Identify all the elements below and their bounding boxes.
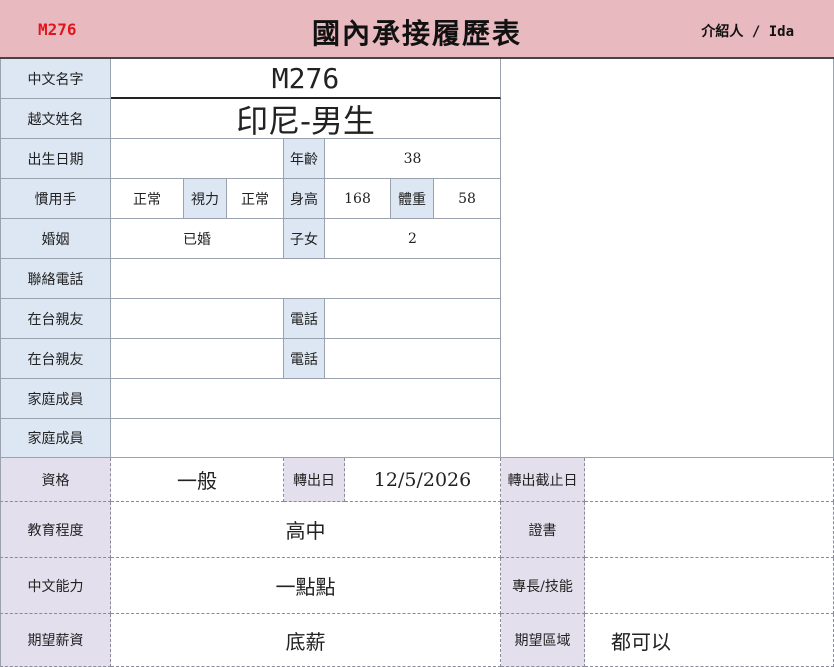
skills-label: 專長/技能 xyxy=(501,558,585,614)
birth-value xyxy=(111,139,284,179)
weight-value: 58 xyxy=(434,179,501,219)
family1-label: 家庭成員 xyxy=(0,379,111,419)
relative1-phone-label: 電話 xyxy=(284,299,325,339)
transfer-deadline-value xyxy=(585,458,834,502)
age-value: 38 xyxy=(325,139,501,179)
height-value: 168 xyxy=(325,179,391,219)
relative1-phone-value xyxy=(325,299,501,339)
height-label: 身高 xyxy=(284,179,325,219)
certificate-label: 證書 xyxy=(501,502,585,558)
relative1-value xyxy=(111,299,284,339)
region-value: 都可以 xyxy=(585,614,834,667)
marriage-label: 婚姻 xyxy=(0,219,111,259)
vision-value: 正常 xyxy=(227,179,284,219)
region-label: 期望區域 xyxy=(501,614,585,667)
relative2-phone-label: 電話 xyxy=(284,339,325,379)
photo-area xyxy=(501,59,834,458)
relative1-label: 在台親友 xyxy=(0,299,111,339)
chinese-ability-label: 中文能力 xyxy=(0,558,111,614)
chinese-ability-value: 一點點 xyxy=(111,558,501,614)
vision-label: 視力 xyxy=(184,179,227,219)
phone-label: 聯絡電話 xyxy=(0,259,111,299)
relative2-value xyxy=(111,339,284,379)
chinese-name-label: 中文名字 xyxy=(0,59,111,99)
transfer-date-label: 轉出日 xyxy=(284,458,345,502)
vietnamese-name-label: 越文姓名 xyxy=(0,99,111,139)
transfer-deadline-label: 轉出截止日 xyxy=(501,458,585,502)
children-value: 2 xyxy=(325,219,501,259)
birth-label: 出生日期 xyxy=(0,139,111,179)
skills-value xyxy=(585,558,834,614)
header-bar: M276 國內承接履歷表 介紹人 / Ida xyxy=(0,0,834,59)
hand-value: 正常 xyxy=(111,179,184,219)
family2-label: 家庭成員 xyxy=(0,419,111,458)
age-label: 年齡 xyxy=(284,139,325,179)
relative2-label: 在台親友 xyxy=(0,339,111,379)
education-label: 教育程度 xyxy=(0,502,111,558)
vietnamese-name-value: 印尼-男生 xyxy=(111,99,501,139)
referrer: 介紹人 / Ida xyxy=(701,24,794,40)
marriage-value: 已婚 xyxy=(111,219,284,259)
family2-value xyxy=(111,419,501,458)
relative2-phone-value xyxy=(325,339,501,379)
transfer-date-value: 12/5/2026 xyxy=(345,458,501,502)
hand-label: 慣用手 xyxy=(0,179,111,219)
certificate-value xyxy=(585,502,834,558)
phone-value xyxy=(111,259,501,299)
chinese-name-value: M276 xyxy=(111,59,501,99)
education-value: 高中 xyxy=(111,502,501,558)
qualification-value: 一般 xyxy=(111,458,284,502)
qualification-label: 資格 xyxy=(0,458,111,502)
salary-value: 底薪 xyxy=(111,614,501,667)
family1-value xyxy=(111,379,501,419)
salary-label: 期望薪資 xyxy=(0,614,111,667)
weight-label: 體重 xyxy=(391,179,434,219)
children-label: 子女 xyxy=(284,219,325,259)
